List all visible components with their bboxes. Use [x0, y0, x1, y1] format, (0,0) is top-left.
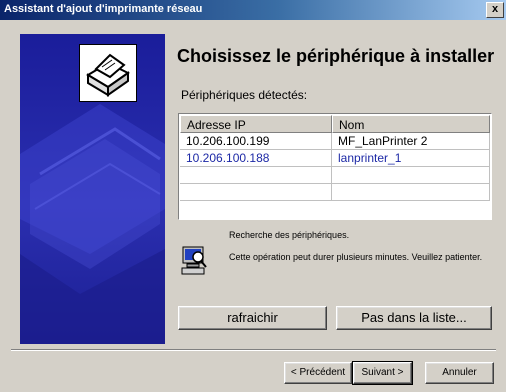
name-cell — [332, 167, 490, 184]
table-row[interactable] — [180, 167, 490, 184]
not-in-list-button[interactable]: Pas dans la liste... — [336, 306, 492, 330]
printer-icon — [79, 44, 137, 102]
table-row[interactable] — [180, 184, 490, 201]
page-title: Choisissez le périphérique à installer — [177, 46, 495, 66]
previous-button[interactable]: < Précédent — [284, 362, 352, 384]
column-header-name[interactable]: Nom — [332, 115, 490, 133]
device-list[interactable]: Adresse IP Nom 10.206.100.199 MF_LanPrin… — [178, 113, 492, 220]
search-status-message: Cette opération peut durer plusieurs min… — [229, 252, 483, 262]
computer-search-icon — [181, 246, 207, 276]
footer-divider — [11, 349, 496, 351]
window-title: Assistant d'ajout d'imprimante réseau — [4, 3, 203, 15]
table-row[interactable]: 10.206.100.199 MF_LanPrinter 2 — [180, 133, 490, 150]
ip-cell: 10.206.100.199 — [180, 133, 332, 150]
ip-cell — [180, 167, 332, 184]
close-button[interactable]: x — [486, 2, 504, 18]
ip-cell: 10.206.100.188 — [180, 150, 332, 167]
next-button[interactable]: Suivant > — [352, 361, 413, 385]
refresh-button[interactable]: rafraichir — [178, 306, 327, 330]
column-header-ip[interactable]: Adresse IP — [180, 115, 332, 133]
close-icon: x — [491, 3, 499, 15]
name-cell — [332, 184, 490, 201]
name-cell: lanprinter_1 — [332, 150, 490, 167]
wizard-window: Assistant d'ajout d'imprimante réseau x … — [0, 0, 506, 392]
table-row-selected[interactable]: 10.206.100.188 lanprinter_1 — [180, 150, 490, 167]
table-header: Adresse IP Nom — [180, 115, 490, 133]
devices-detected-label: Périphériques détectés: — [181, 88, 308, 102]
search-status-title: Recherche des périphériques. — [229, 230, 350, 240]
cancel-button[interactable]: Annuler — [425, 362, 494, 384]
name-cell: MF_LanPrinter 2 — [332, 133, 490, 150]
ip-cell — [180, 184, 332, 201]
title-bar[interactable]: Assistant d'ajout d'imprimante réseau x — [0, 0, 506, 20]
